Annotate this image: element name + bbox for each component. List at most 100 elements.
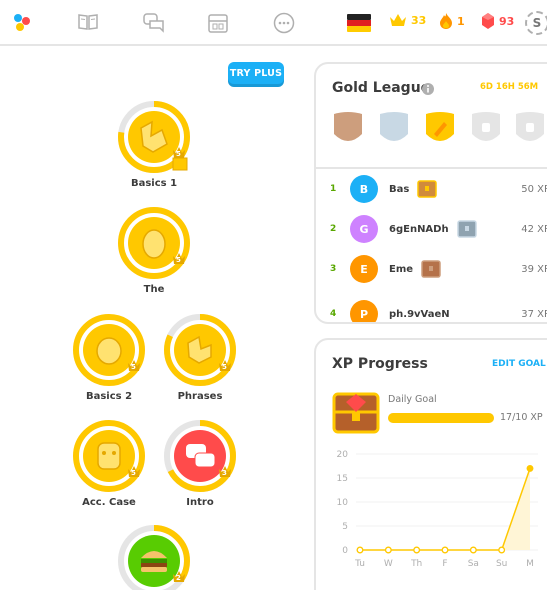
gold-league-icon <box>426 112 454 141</box>
y-tick-label: 0 <box>342 546 348 556</box>
avatar: P <box>350 300 378 322</box>
username: Eme <box>389 263 414 275</box>
leaderboard-row[interactable]: 4 P ph.9vVaeN 37 XP <box>316 294 547 322</box>
skill-label: Basics 1 <box>130 178 178 189</box>
profile-initial: S <box>532 16 542 30</box>
skill-basics-1[interactable]: 5 Basics 1 <box>114 100 194 189</box>
skill-icon-speech-bubbles <box>164 420 236 492</box>
skill-icon-egg <box>118 207 190 279</box>
skill-level: 5 <box>222 363 227 371</box>
skill-level: 5 <box>131 469 136 477</box>
skill-intro[interactable]: 3 Intro <box>160 419 240 508</box>
streak-count: 1 <box>457 14 465 28</box>
more-icon[interactable] <box>273 12 295 34</box>
x-tick-label: Su <box>496 559 507 569</box>
league-panel: Gold League 6D 16H 56M 1 B Bas 50 XP 2 G… <box>314 62 547 324</box>
username: Bas <box>389 183 410 195</box>
y-tick-label: 10 <box>337 498 349 508</box>
x-tick-label: F <box>442 559 447 569</box>
area-fill <box>360 468 530 550</box>
x-tick-label: Tu <box>354 559 365 569</box>
skill-the[interactable]: 5 The <box>114 206 194 295</box>
y-tick-label: 20 <box>337 450 349 460</box>
avatar: E <box>350 255 378 283</box>
leaderboard-row[interactable]: 3 E Eme 39 XP <box>316 249 547 289</box>
skill-icon-egg-cracked <box>118 101 190 173</box>
bronze-league-icon <box>334 112 362 141</box>
daily-goal-progress-bar <box>388 413 494 423</box>
skill-label: Acc. Case <box>82 497 136 508</box>
skill-level: 5 <box>131 363 136 371</box>
skill-phrases[interactable]: 5 Phrases <box>160 313 240 402</box>
leaderboard-row[interactable]: 1 B Bas 50 XP <box>316 169 547 209</box>
daily-goal-label: Daily Goal <box>388 394 437 405</box>
y-tick-label: 5 <box>342 522 348 532</box>
locked-league-icon <box>516 112 544 141</box>
try-plus-button[interactable]: TRY PLUS <box>228 62 284 84</box>
locked-league-icon <box>472 112 500 141</box>
xp-value: 42 XP <box>521 223 547 235</box>
xp-value: 37 XP <box>521 308 547 320</box>
xp-value: 39 XP <box>521 263 547 275</box>
chest-icon <box>417 180 438 198</box>
skill-level: 2 <box>176 574 181 582</box>
xp-line-chart: 20 15 10 5 0 Tu W Th F Sa Su M <box>337 450 538 569</box>
skill-label: Intro <box>186 497 214 508</box>
chest-icon <box>421 260 441 278</box>
chat-bubbles-icon[interactable] <box>142 12 166 34</box>
rank: 4 <box>330 309 337 319</box>
league-timer: 6D 16H 56M <box>480 82 539 92</box>
data-point <box>384 546 392 554</box>
german-flag-icon[interactable] <box>347 14 371 32</box>
treasure-chest-icon <box>332 392 380 434</box>
xp-value: 50 XP <box>521 183 547 195</box>
data-point <box>498 546 506 554</box>
skill-label: Basics 2 <box>85 391 133 402</box>
info-icon[interactable] <box>422 83 434 95</box>
gems-counter[interactable]: 93 <box>481 12 514 30</box>
xp-progress-panel: XP Progress EDIT GOAL Daily Goal 17/10 X… <box>314 338 547 590</box>
streak-counter[interactable]: 1 <box>439 12 465 30</box>
skill-level: 5 <box>176 150 181 158</box>
rank: 2 <box>330 224 337 234</box>
series-line <box>360 468 531 551</box>
flame-icon <box>440 13 452 29</box>
shop-icon[interactable] <box>206 11 230 35</box>
data-point <box>469 546 477 554</box>
top-nav-bar: 33 1 93 S <box>0 0 547 46</box>
crowns-counter[interactable]: 33 <box>389 12 426 28</box>
x-tick-label: M <box>526 559 534 569</box>
xp-progress-title: XP Progress <box>332 356 428 372</box>
data-point <box>526 464 534 472</box>
skill-food[interactable]: 2 <box>114 524 194 590</box>
skill-acc-case[interactable]: 5 Acc. Case <box>69 419 149 508</box>
skill-basics-2[interactable]: 5 Basics 2 <box>69 313 149 402</box>
skill-icon-dog <box>73 420 145 492</box>
daily-goal-value: 17/10 XP <box>500 412 543 423</box>
skill-level: 5 <box>176 256 181 264</box>
avatar-initial: G <box>359 222 369 236</box>
gem-icon <box>482 13 494 29</box>
duolingo-logo-icon[interactable] <box>12 12 32 34</box>
rank: 3 <box>330 264 337 274</box>
leaderboard-row[interactable]: 2 G 6gEnNADh 42 XP <box>316 209 547 249</box>
data-point <box>356 546 364 554</box>
crowns-count: 33 <box>411 13 427 27</box>
data-point <box>441 546 449 554</box>
skill-icon-egg-cracked <box>164 314 236 386</box>
profile-avatar[interactable]: S <box>525 11 547 35</box>
x-tick-label: W <box>384 559 393 569</box>
league-title: Gold League <box>332 80 431 96</box>
edit-goal-link[interactable]: EDIT GOAL <box>492 359 546 369</box>
avatar-initial: E <box>360 262 368 276</box>
book-icon[interactable] <box>77 12 99 32</box>
avatar: G <box>350 215 378 243</box>
skill-icon-egg <box>73 314 145 386</box>
x-tick-label: Sa <box>468 559 479 569</box>
skill-level: 3 <box>222 469 227 477</box>
username: 6gEnNADh <box>389 223 449 235</box>
rank: 1 <box>330 184 337 194</box>
avatar: B <box>350 175 378 203</box>
skill-label: The <box>143 284 165 295</box>
gems-count: 93 <box>499 14 515 28</box>
